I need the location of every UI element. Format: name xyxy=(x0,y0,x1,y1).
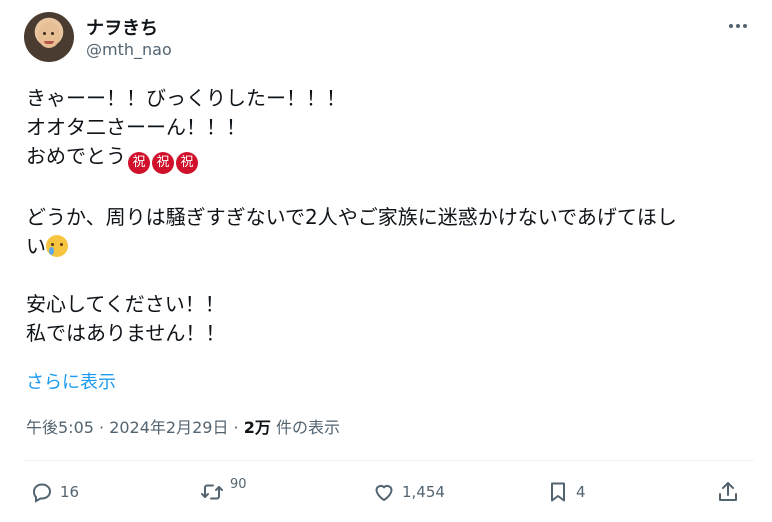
bookmark-count: 4 xyxy=(576,483,586,501)
show-more-link[interactable]: さらに表示 xyxy=(26,368,116,394)
tweet-line-text: おめでとう xyxy=(26,144,126,168)
timestamp[interactable]: 午後5:05 · 2024年2月29日 · xyxy=(26,418,244,437)
display-name[interactable]: ナヲきち xyxy=(86,14,158,40)
share-icon xyxy=(719,482,737,501)
reply-count: 16 xyxy=(60,483,80,501)
celebration-seal-icon: 祝 xyxy=(176,152,198,174)
more-icon[interactable] xyxy=(726,16,750,36)
like-count: 1,454 xyxy=(402,483,445,501)
avatar-eye xyxy=(43,32,46,35)
tweet-metadata: 午後5:05 · 2024年2月29日 · 2万 件の表示 xyxy=(26,414,340,438)
tweet-line: おめでとう祝祝祝 xyxy=(26,142,748,174)
tweet-line: い xyxy=(26,232,748,261)
retweet-count: 90 xyxy=(230,476,247,492)
action-bar: 16 90 1,454 4 xyxy=(24,470,754,514)
user-handle[interactable]: @mth_nao xyxy=(86,40,172,59)
view-label: 件の表示 xyxy=(270,418,340,437)
reply-icon xyxy=(32,483,52,503)
divider xyxy=(24,460,754,461)
avatar-eye xyxy=(51,32,54,35)
avatar[interactable] xyxy=(24,12,74,62)
celebration-seal-icon: 祝 xyxy=(128,152,150,174)
tweet-line: 安心してください！！ xyxy=(26,292,225,316)
crying-face-icon xyxy=(46,235,68,257)
tweet-text: きゃーー！！びっくりしたー！！！ オオタ二さーーん！！！ おめでとう祝祝祝 どう… xyxy=(26,84,748,348)
retweet-icon xyxy=(201,484,223,500)
avatar-face xyxy=(38,22,60,48)
share-button[interactable] xyxy=(716,470,740,514)
avatar-mouth xyxy=(44,41,54,44)
bookmark-button[interactable]: 4 xyxy=(546,470,586,514)
tweet-header: ナヲきち @mth_nao xyxy=(24,12,754,64)
tweet-line: どうか、周りは騒ぎすぎないで2人やご家族に迷惑かけないであげてほし xyxy=(26,205,677,229)
reply-button[interactable]: 16 xyxy=(30,470,79,514)
like-button[interactable]: 1,454 xyxy=(372,470,445,514)
tweet-line: オオタ二さーーん！！！ xyxy=(26,115,246,139)
like-icon xyxy=(375,484,393,501)
retweet-button[interactable]: 90 xyxy=(200,470,247,514)
bookmark-icon xyxy=(551,482,565,502)
tweet-line: 私ではありません！！ xyxy=(26,321,226,345)
view-count: 2万 xyxy=(243,418,271,437)
tweet-line: きゃーー！！びっくりしたー！！！ xyxy=(26,86,346,110)
tweet-line-text: い xyxy=(26,234,46,258)
celebration-seal-icon: 祝 xyxy=(152,152,174,174)
